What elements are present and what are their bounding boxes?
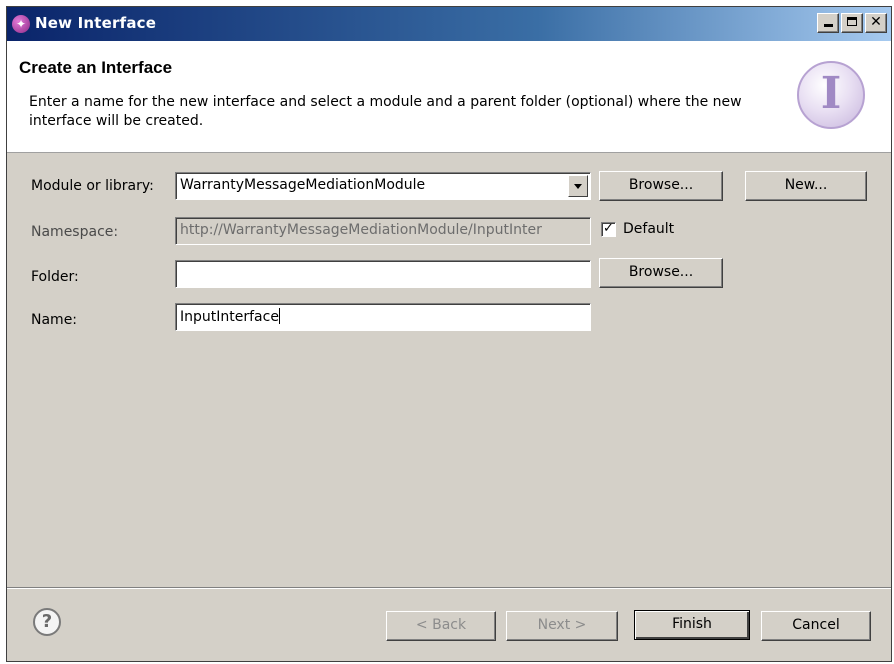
cancel-button[interactable]: Cancel bbox=[761, 611, 871, 641]
module-browse-button[interactable]: Browse... bbox=[599, 171, 723, 201]
module-combo[interactable]: WarrantyMessageMediationModule bbox=[175, 172, 591, 200]
module-combo-value: WarrantyMessageMediationModule bbox=[180, 177, 426, 193]
text-cursor bbox=[278, 308, 280, 324]
maximize-button[interactable] bbox=[841, 13, 863, 33]
folder-label: Folder: bbox=[31, 269, 79, 285]
close-button[interactable]: ✕ bbox=[865, 13, 887, 33]
page-title: Create an Interface bbox=[19, 58, 173, 77]
finish-button[interactable]: Finish bbox=[634, 610, 750, 640]
next-button[interactable]: Next > bbox=[506, 611, 618, 641]
maximize-icon bbox=[847, 17, 857, 26]
default-namespace-label[interactable]: Default bbox=[623, 221, 674, 237]
default-namespace-checkbox[interactable]: ✓ bbox=[601, 222, 616, 237]
help-icon[interactable]: ? bbox=[33, 608, 61, 636]
namespace-field: http://WarrantyMessageMediationModule/In… bbox=[175, 217, 591, 245]
minimize-button[interactable] bbox=[817, 13, 839, 33]
module-new-button[interactable]: New... bbox=[745, 171, 867, 201]
module-label: Module or library: bbox=[31, 178, 154, 194]
name-field-value: InputInterface bbox=[180, 309, 279, 325]
folder-browse-button[interactable]: Browse... bbox=[599, 258, 723, 288]
window-controls: ✕ bbox=[817, 13, 887, 33]
name-label: Name: bbox=[31, 312, 78, 328]
interface-wizard-icon: ✦ bbox=[12, 15, 30, 33]
interface-banner-icon: I bbox=[797, 61, 865, 129]
page-description: Enter a name for the new interface and s… bbox=[29, 94, 742, 129]
folder-field[interactable] bbox=[175, 260, 591, 288]
new-interface-dialog: ✦ New Interface ✕ Create an Interface En… bbox=[6, 6, 892, 662]
window-title: New Interface bbox=[35, 14, 157, 32]
checkmark-icon: ✓ bbox=[603, 221, 614, 236]
chevron-down-icon[interactable] bbox=[568, 175, 588, 197]
namespace-label: Namespace: bbox=[31, 224, 119, 240]
minimize-icon bbox=[823, 24, 833, 27]
title-bar[interactable]: ✦ New Interface ✕ bbox=[7, 7, 891, 41]
wizard-header: Create an Interface Enter a name for the… bbox=[7, 41, 891, 153]
footer-separator bbox=[7, 587, 891, 589]
back-button[interactable]: < Back bbox=[386, 611, 496, 641]
name-field[interactable]: InputInterface bbox=[175, 303, 591, 331]
close-icon: ✕ bbox=[870, 14, 882, 30]
